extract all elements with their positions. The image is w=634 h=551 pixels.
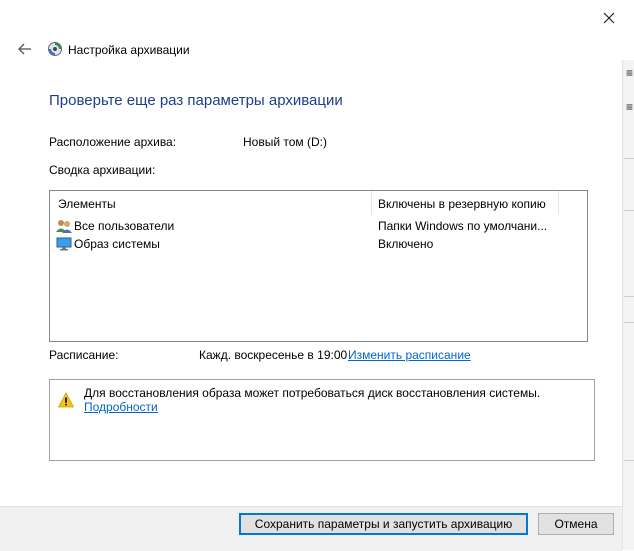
warning-text: Для восстановления образа может потребов… [84, 386, 541, 400]
change-schedule-link[interactable]: Изменить расписание [348, 348, 471, 362]
location-value: Новый том (D:) [243, 135, 327, 149]
close-button[interactable] [597, 8, 621, 28]
cancel-button[interactable]: Отмена [538, 513, 614, 535]
backup-summary-list[interactable]: Элементы Включены в резервную копию Все … [49, 190, 588, 342]
background-divider [624, 460, 634, 461]
back-button[interactable] [14, 40, 36, 58]
close-icon [603, 12, 615, 24]
location-label: Расположение архива: [49, 135, 177, 149]
item-included: Папки Windows по умолчани... [378, 219, 548, 233]
back-arrow-icon [18, 43, 31, 55]
background-divider [624, 210, 634, 211]
column-separator [371, 191, 372, 215]
backup-app-icon [46, 40, 64, 58]
warning-icon [57, 392, 75, 408]
schedule-label: Расписание: [49, 348, 119, 362]
background-divider [624, 322, 634, 323]
background-window-mark: ≡ [626, 66, 634, 80]
window-title: Настройка архивации [68, 43, 190, 57]
list-item[interactable]: Все пользователи Папки Windows по умолча… [50, 217, 587, 235]
background-window-mark: ≡ [626, 100, 634, 114]
column-separator [558, 191, 559, 215]
background-divider [624, 296, 634, 297]
list-item[interactable]: Образ системы Включено [50, 235, 587, 253]
page-heading: Проверьте еще раз параметры архивации [49, 92, 343, 109]
column-header-items[interactable]: Элементы [58, 197, 116, 211]
schedule-value: Кажд. воскресенье в 19:00 [199, 348, 348, 362]
item-name: Образ системы [74, 237, 160, 251]
item-name: Все пользователи [74, 219, 175, 233]
background-window [622, 60, 634, 550]
background-divider [624, 158, 634, 159]
details-link[interactable]: Подробности [84, 400, 158, 414]
column-header-included[interactable]: Включены в резервную копию [378, 197, 546, 211]
monitor-icon [56, 236, 72, 252]
users-icon [56, 218, 72, 234]
item-included: Включено [378, 237, 434, 251]
save-and-run-button[interactable]: Сохранить параметры и запустить архиваци… [239, 513, 528, 535]
summary-label: Сводка архивации: [49, 163, 156, 177]
warning-box: Для восстановления образа может потребов… [49, 379, 595, 461]
